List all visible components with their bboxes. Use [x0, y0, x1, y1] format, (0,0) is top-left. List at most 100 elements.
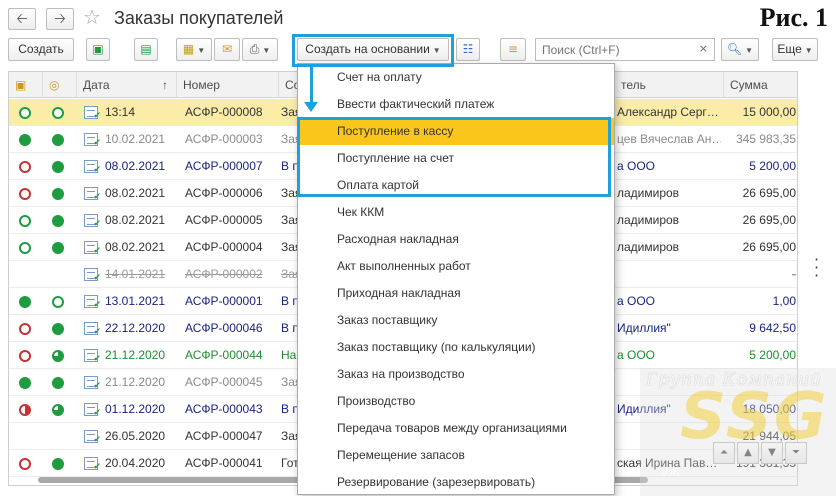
- star-icon[interactable]: ☆: [83, 5, 101, 29]
- row-sum: 15 000,00: [742, 105, 796, 119]
- menu-item[interactable]: Счет на оплату: [298, 64, 614, 91]
- menu-item[interactable]: Акт выполненных работ: [298, 253, 614, 280]
- post-document-button[interactable]: ▤: [134, 38, 158, 61]
- document-posted-icon: ✔: [84, 295, 101, 310]
- row-client: [617, 423, 721, 450]
- create-button[interactable]: Создать: [8, 38, 74, 61]
- row-client: а ООО: [617, 159, 656, 173]
- document-posted-icon: ✔: [84, 160, 101, 175]
- up-icon: ▲: [744, 447, 752, 458]
- row-number: АСФР-000007: [185, 159, 263, 173]
- scroll-up-button[interactable]: ▲: [737, 442, 759, 464]
- row-client: а ООО: [617, 294, 656, 308]
- row-client: [617, 261, 721, 288]
- scroll-top-button[interactable]: ⏶: [713, 442, 735, 464]
- row-sum: 345 983,35: [735, 132, 796, 146]
- shipment-status-icon: [19, 107, 31, 119]
- shipment-status-icon: [19, 215, 31, 227]
- row-date: 13:14: [105, 105, 136, 119]
- row-client: Идиллия": [617, 321, 671, 335]
- row-number: АСФР-000004: [185, 240, 263, 254]
- row-date: 08.02.2021: [105, 240, 166, 254]
- filter-button[interactable]: ≡: [500, 38, 526, 61]
- column-client[interactable]: тель: [615, 72, 724, 98]
- row-sum: 26 695,00: [742, 186, 796, 200]
- hierarchy-icon: ☷: [462, 42, 474, 56]
- payment-status-icon: [52, 377, 64, 389]
- row-sum: 9 642,50: [749, 321, 796, 335]
- printer-icon: ⎙: [249, 42, 260, 56]
- menu-item[interactable]: Ввести фактический платеж: [298, 91, 614, 118]
- figure-label: Рис. 1: [759, 3, 828, 32]
- column-number[interactable]: Номер: [177, 72, 279, 98]
- shipment-status-icon: [19, 296, 31, 308]
- print-button[interactable]: ⎙ ▼: [242, 38, 278, 61]
- copy-document-button[interactable]: ▣: [86, 38, 110, 61]
- forward-button[interactable]: 🡢: [46, 8, 74, 30]
- back-button[interactable]: 🡠: [8, 8, 36, 30]
- row-date: 08.02.2021: [105, 213, 166, 227]
- shipment-status-icon: [19, 323, 31, 335]
- document-posted-icon: ✔: [84, 268, 101, 283]
- menu-item[interactable]: Перемещение запасов: [298, 442, 614, 469]
- payment-status-icon: [52, 242, 64, 254]
- menu-item[interactable]: Заказ поставщику (по калькуляции): [298, 334, 614, 361]
- shipment-status-icon: [19, 404, 31, 416]
- column-date[interactable]: Дата ↑: [77, 72, 177, 98]
- payment-status-icon: [52, 404, 64, 416]
- row-client: ладимиров: [617, 213, 680, 227]
- payment-status-icon: [52, 107, 64, 119]
- row-sum: 1,00: [772, 294, 796, 308]
- row-number: АСФР-000045: [185, 375, 263, 389]
- row-date: 10.02.2021: [105, 132, 166, 146]
- search-field[interactable]: ×: [535, 38, 715, 61]
- search-input[interactable]: [536, 39, 686, 60]
- row-date: 20.04.2020: [105, 456, 166, 470]
- more-button[interactable]: Еще ▼: [772, 38, 818, 61]
- document-posted-icon: ✔: [84, 457, 101, 472]
- row-sum: 26 695,00: [742, 240, 796, 254]
- scroll-down-button[interactable]: ▼: [761, 442, 783, 464]
- email-button[interactable]: ✉: [214, 38, 240, 61]
- related-documents-button[interactable]: ▦ ▼: [176, 38, 212, 61]
- row-number: АСФР-000041: [185, 456, 263, 470]
- menu-item[interactable]: Заказ поставщику: [298, 307, 614, 334]
- menu-item[interactable]: Передача товаров между организациями: [298, 415, 614, 442]
- document-posted-icon: ✔: [84, 322, 101, 337]
- search-button[interactable]: 🔍︎ ▼: [721, 38, 759, 61]
- envelope-icon: ✉: [221, 42, 233, 56]
- shipment-status-icon: [19, 188, 31, 200]
- highlight-payment-items: [297, 117, 611, 197]
- payment-status-icon: [52, 458, 64, 470]
- menu-item[interactable]: Производство: [298, 388, 614, 415]
- payment-status-icon: [52, 350, 64, 362]
- row-number: АСФР-000046: [185, 321, 263, 335]
- column-status-2[interactable]: ◎: [43, 72, 77, 98]
- menu-item[interactable]: Чек ККМ: [298, 199, 614, 226]
- filter-icon: ≡: [507, 42, 519, 56]
- menu-item[interactable]: Резервирование (зарезервировать): [298, 469, 614, 496]
- payment-status-icon: [52, 323, 64, 335]
- menu-item[interactable]: Заказ на производство: [298, 361, 614, 388]
- chevron-down-icon: ▼: [262, 46, 271, 55]
- title-bar: 🡠 🡢 ☆ Заказы покупателей Рис. 1: [0, 0, 836, 36]
- row-sum: 5 200,00: [749, 159, 796, 173]
- row-sum: 5 200,00: [749, 348, 796, 362]
- row-client: Александр Серг…: [617, 105, 719, 119]
- more-vertical-icon[interactable]: · · ·: [814, 252, 819, 284]
- menu-item[interactable]: Расходная накладная: [298, 226, 614, 253]
- scroll-bottom-button[interactable]: ⏷: [785, 442, 807, 464]
- document-posted-icon: ✔: [84, 403, 101, 418]
- document-posted-icon: ✔: [84, 133, 101, 148]
- row-sum: -: [792, 267, 796, 281]
- column-status-1[interactable]: ▣: [9, 72, 43, 98]
- row-number: АСФР-000047: [185, 429, 263, 443]
- clear-icon[interactable]: ×: [699, 42, 708, 55]
- more-label: Еще: [777, 42, 802, 56]
- column-sum[interactable]: Сумма: [724, 72, 797, 98]
- structure-button[interactable]: ☷: [456, 38, 480, 61]
- menu-item[interactable]: Приходная накладная: [298, 280, 614, 307]
- row-date: 08.02.2021: [105, 186, 166, 200]
- documents-icon: ▦: [182, 42, 195, 56]
- chevron-down-icon: ▼: [804, 46, 813, 55]
